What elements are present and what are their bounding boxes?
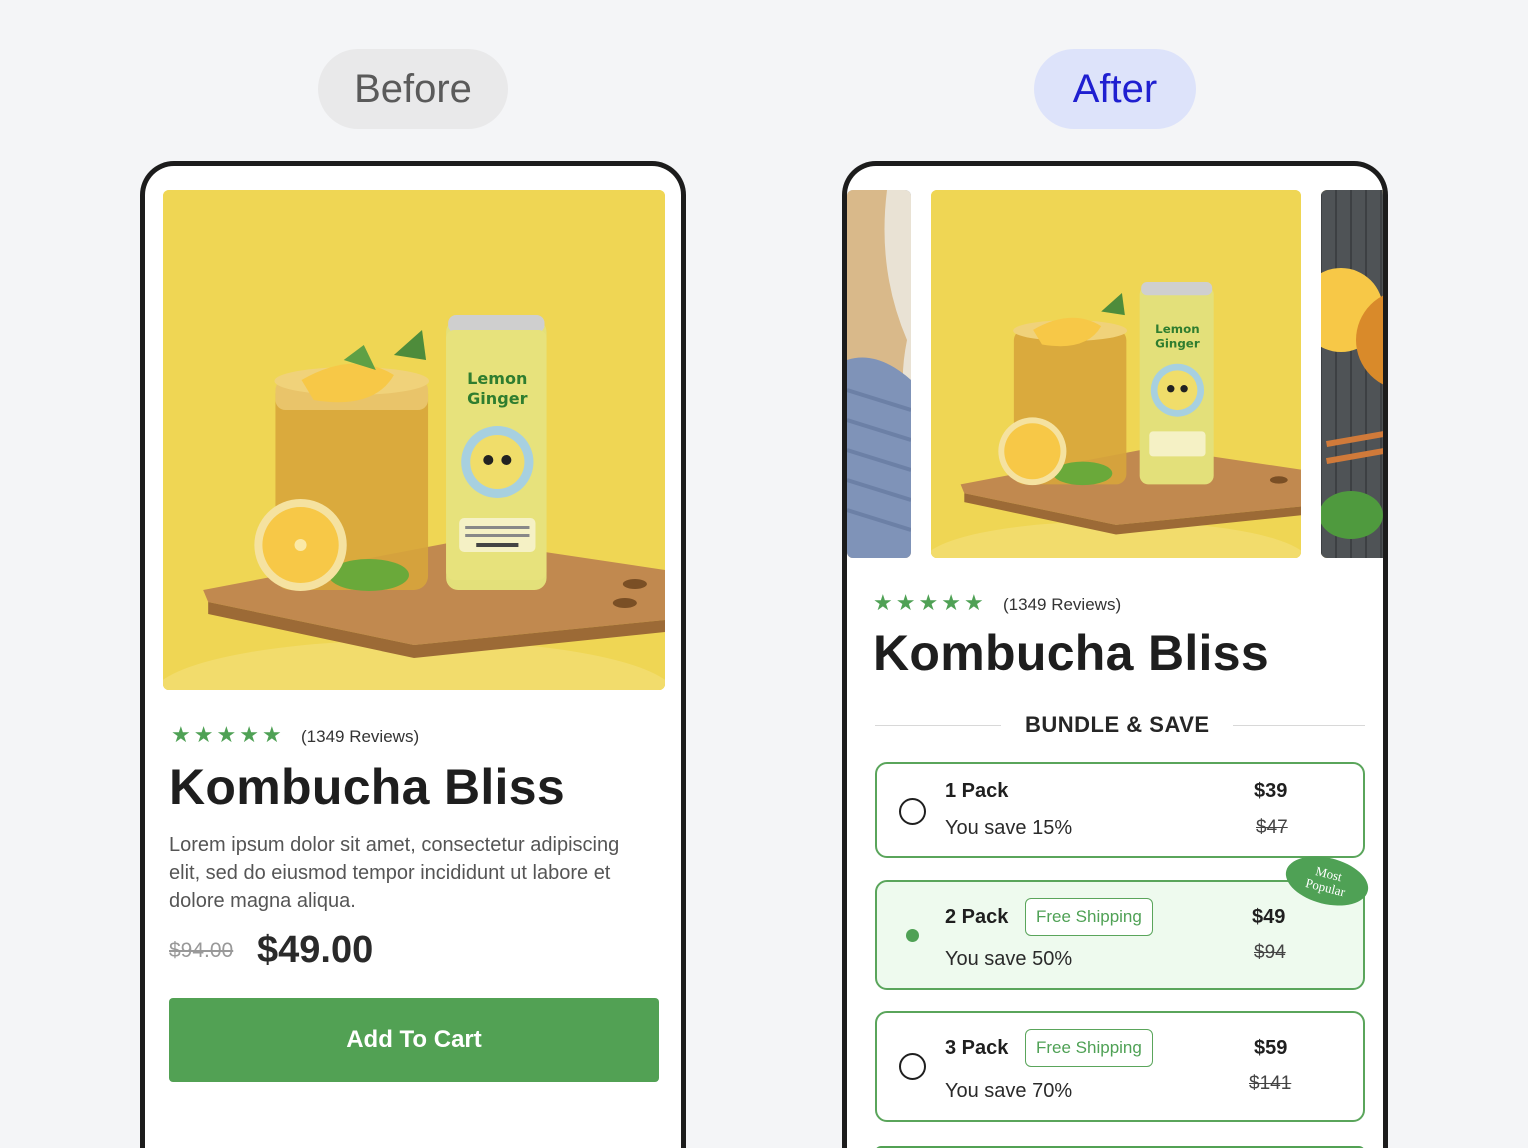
bundle-option-2[interactable]: 2 Pack Free Shipping You save 50% $49 $9…	[875, 880, 1365, 990]
rating-stars: ★ ★ ★ ★ ★	[171, 724, 282, 746]
option-savings: You save 70%	[945, 1080, 1073, 1102]
add-to-cart-button[interactable]: Add To Cart	[169, 998, 659, 1082]
carousel-image-next[interactable]	[1321, 190, 1383, 558]
bundle-option-3[interactable]: 3 Pack Free Shipping You save 70% $59 $1…	[875, 1011, 1365, 1122]
carousel-image-current[interactable]: Lemon Ginger	[931, 190, 1301, 558]
option-old-price: $47	[1256, 817, 1288, 838]
option-name: 1 Pack	[945, 780, 1009, 802]
can-label-2: Ginger	[467, 389, 527, 408]
option-old-price: $141	[1249, 1073, 1292, 1094]
product-photo: Lemon Ginger	[163, 190, 665, 690]
can-label-2: Ginger	[1155, 337, 1200, 351]
star-icon: ★	[873, 590, 893, 615]
star-icon: ★	[963, 590, 984, 615]
bundle-title: BUNDLE & SAVE	[1025, 712, 1210, 737]
free-shipping-badge: Free Shipping	[1025, 898, 1153, 936]
product-description: Lorem ipsum dolor sit amet, consectetur …	[169, 834, 620, 912]
drink-flatlay-photo	[1321, 190, 1383, 558]
can-label-1: Lemon	[1155, 322, 1199, 336]
phone-after: Lemon Ginger ★ ★ ★ ★ ★ (1349 Reviews) Ko…	[842, 161, 1388, 1148]
rating-stars: ★ ★ ★ ★ ★	[873, 592, 984, 614]
star-icon: ★	[193, 722, 214, 747]
phone-before: Lemon Ginger ★ ★ ★ ★ ★ (1349 Reviews) Ko…	[140, 161, 686, 1148]
comparison-canvas: Before After Lemon Ginger ★ ★ ★ ★ ★ (134…	[0, 0, 1528, 1148]
reviews-count[interactable]: (1349 Reviews)	[301, 727, 419, 747]
star-icon: ★	[216, 722, 237, 747]
divider-right	[1233, 725, 1365, 726]
star-icon: ★	[171, 722, 191, 747]
reviews-count[interactable]: (1349 Reviews)	[1003, 595, 1121, 615]
star-icon: ★	[918, 590, 939, 615]
option-price: $39	[1254, 780, 1288, 802]
product-title: Kombucha Bliss	[873, 625, 1269, 681]
can-label-1: Lemon	[467, 369, 527, 388]
option-name: 2 Pack	[945, 906, 1009, 928]
radio-button-selected[interactable]	[899, 922, 926, 949]
star-icon: ★	[239, 722, 259, 747]
carousel-image-prev[interactable]	[847, 190, 911, 558]
product-image: Lemon Ginger	[163, 190, 665, 690]
old-price: $94.00	[169, 939, 234, 962]
free-shipping-badge: Free Shipping	[1025, 1029, 1153, 1067]
star-icon: ★	[941, 590, 961, 615]
option-savings: You save 15%	[945, 817, 1073, 839]
star-icon: ★	[895, 590, 916, 615]
divider-left	[875, 725, 1001, 726]
after-label: After	[1034, 49, 1196, 129]
bundle-option-1[interactable]: 1 Pack You save 15% $39 $47	[875, 762, 1365, 858]
option-price: $49	[1252, 906, 1286, 928]
sweater-photo	[847, 190, 911, 558]
option-price: $59	[1254, 1037, 1288, 1059]
radio-button[interactable]	[899, 1053, 926, 1080]
option-name: 3 Pack	[945, 1037, 1009, 1059]
radio-button[interactable]	[899, 798, 926, 825]
star-icon: ★	[261, 722, 282, 747]
option-old-price: $94	[1254, 942, 1286, 963]
product-photo: Lemon Ginger	[931, 190, 1301, 558]
option-savings: You save 50%	[945, 948, 1073, 970]
current-price: $49.00	[257, 929, 374, 971]
product-title: Kombucha Bliss	[169, 759, 565, 815]
before-label: Before	[318, 49, 508, 129]
